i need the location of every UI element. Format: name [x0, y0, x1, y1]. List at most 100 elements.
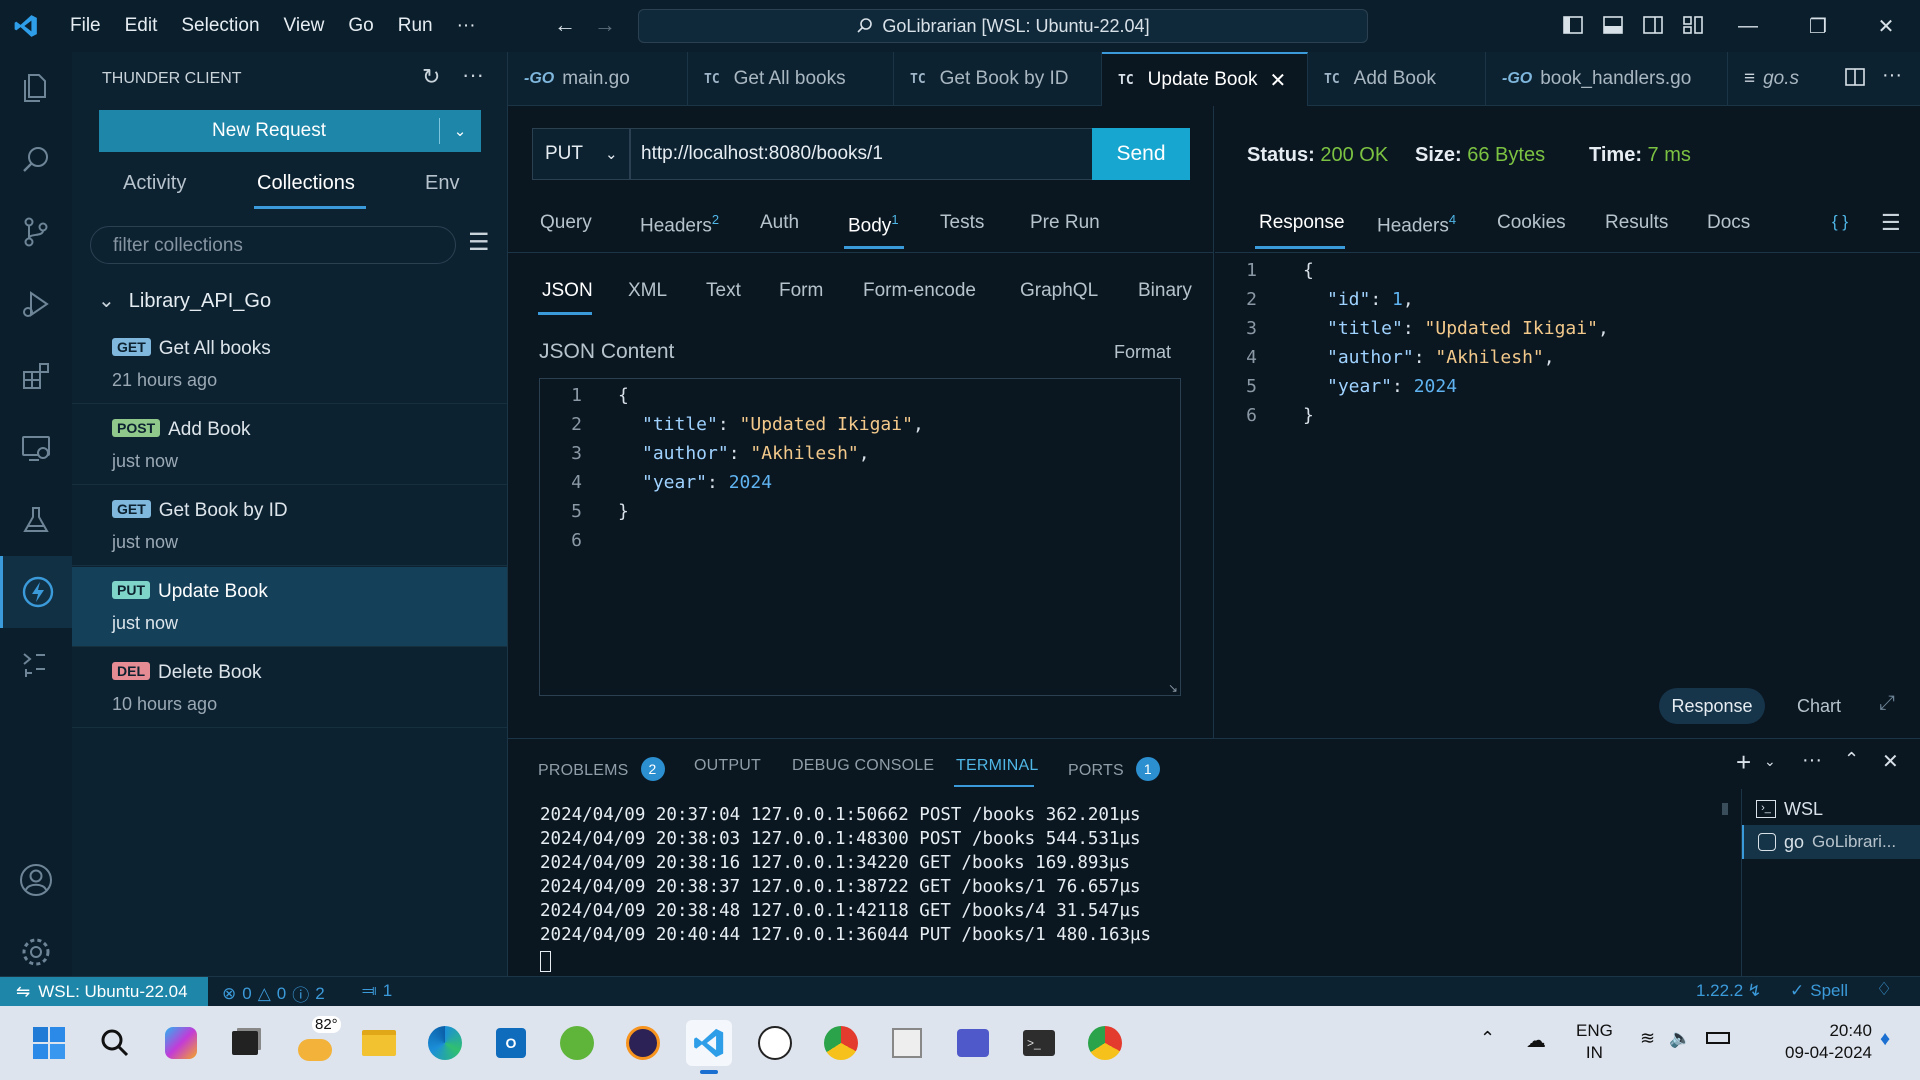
remote-explorer-icon[interactable]: [0, 412, 72, 484]
explorer-icon[interactable]: [0, 52, 72, 124]
resize-handle-icon[interactable]: ↘: [1168, 681, 1178, 695]
filter-menu-icon[interactable]: ☰: [468, 228, 490, 257]
tab-response-headers[interactable]: Headers4: [1377, 212, 1456, 237]
system-tray-icons[interactable]: ≋ 🔈: [1640, 1028, 1730, 1049]
body-type-text[interactable]: Text: [706, 280, 741, 302]
notifications-bell-icon[interactable]: ♢: [1876, 979, 1892, 1000]
problems-status[interactable]: ⊗ 0 △ 0 ⓘ 2: [222, 981, 325, 1006]
method-select[interactable]: PUT ⌄: [532, 128, 630, 180]
new-terminal-icon[interactable]: +: [1736, 747, 1751, 778]
tab-headers[interactable]: Headers2: [640, 212, 719, 237]
chevron-down-icon[interactable]: ⌄: [1764, 753, 1776, 770]
file-explorer-icon[interactable]: [356, 1020, 402, 1066]
toggle-secondary-sidebar-icon[interactable]: [1642, 14, 1664, 36]
tab-collections[interactable]: Collections: [257, 172, 355, 195]
task-view-icon[interactable]: [222, 1020, 268, 1066]
account-icon[interactable]: [0, 844, 72, 916]
onedrive-offline-icon[interactable]: ☁: [1526, 1028, 1546, 1053]
braces-icon[interactable]: { }: [1832, 212, 1848, 232]
tab-get-all-books[interactable]: TC Get All books: [688, 52, 894, 106]
menu-selection[interactable]: Selection: [169, 0, 271, 52]
command-center-search[interactable]: GoLibrarian [WSL: Ubuntu-22.04]: [638, 9, 1368, 43]
tab-query[interactable]: Query: [540, 212, 592, 234]
close-tab-icon[interactable]: ✕: [1270, 68, 1287, 93]
request-item-get-all-books[interactable]: GET Get All books 21 hours ago: [72, 324, 507, 404]
menu-file[interactable]: File: [58, 0, 113, 52]
vscode-taskbar-icon[interactable]: [686, 1020, 732, 1066]
view-chart-button[interactable]: Chart: [1797, 696, 1841, 717]
tab-response[interactable]: Response: [1259, 212, 1345, 234]
terminal-instance-wsl[interactable]: ›_ WSL: [1742, 793, 1920, 825]
weather-widget[interactable]: 82°: [292, 1016, 341, 1066]
notification-bell-icon[interactable]: ♦: [1880, 1028, 1890, 1051]
new-request-button[interactable]: New Request ⌄: [99, 110, 481, 152]
body-type-form[interactable]: Form: [779, 280, 823, 302]
url-input[interactable]: http://localhost:8080/books/1: [630, 128, 1100, 180]
menu-edit[interactable]: Edit: [113, 0, 170, 52]
menu-go[interactable]: Go: [336, 0, 385, 52]
search-view-icon[interactable]: [0, 124, 72, 196]
taskbar-search-icon[interactable]: [92, 1020, 138, 1066]
chrome-profile-icon[interactable]: [1082, 1020, 1128, 1066]
request-item-add-book[interactable]: POST Add Book just now: [72, 405, 507, 485]
menu-run[interactable]: Run: [386, 0, 445, 52]
panel-tab-debug-console[interactable]: DEBUG CONSOLE: [792, 757, 934, 775]
panel-tab-ports[interactable]: PORTS 1: [1068, 757, 1160, 781]
tab-get-book-by-id[interactable]: TC Get Book by ID: [894, 52, 1102, 106]
spell-status[interactable]: ✓ Spell: [1790, 981, 1848, 1001]
show-hidden-icons[interactable]: ⌃: [1480, 1028, 1495, 1049]
tab-results[interactable]: Results: [1605, 212, 1668, 234]
tab-env[interactable]: Env: [425, 172, 459, 195]
json-body-editor[interactable]: 1 2 3 4 5 6 { "title": "Updated Ikigai",…: [539, 378, 1181, 696]
tab-book-handlers-go[interactable]: -GO book_handlers.go: [1486, 52, 1728, 106]
tab-pre-run[interactable]: Pre Run: [1030, 212, 1100, 234]
tab-activity[interactable]: Activity: [123, 172, 186, 195]
wrap-lines-icon[interactable]: ☰: [1881, 210, 1901, 236]
body-type-binary[interactable]: Binary: [1138, 280, 1192, 302]
image-editor-icon[interactable]: [884, 1020, 930, 1066]
customize-layout-icon[interactable]: [1682, 14, 1704, 36]
toggle-panel-icon[interactable]: [1602, 14, 1624, 36]
body-type-graphql[interactable]: GraphQL: [1020, 280, 1098, 302]
panel-tab-output[interactable]: OUTPUT: [694, 757, 761, 775]
editor-more-actions-icon[interactable]: ···: [1882, 64, 1902, 87]
expand-icon[interactable]: ⤢: [1879, 692, 1895, 715]
terminal-taskbar-icon[interactable]: >_: [1016, 1020, 1062, 1066]
body-type-xml[interactable]: XML: [628, 280, 667, 302]
request-item-get-book-by-id[interactable]: GET Get Book by ID just now: [72, 486, 507, 566]
eclipse-icon[interactable]: [620, 1020, 666, 1066]
panel-tab-terminal[interactable]: TERMINAL: [956, 757, 1039, 775]
minimize-button[interactable]: —: [1720, 0, 1776, 52]
chrome-icon[interactable]: [818, 1020, 864, 1066]
menu-view[interactable]: View: [272, 0, 337, 52]
restore-button[interactable]: ❐: [1790, 0, 1846, 52]
menu-more[interactable]: ···: [445, 0, 488, 52]
tab-cookies[interactable]: Cookies: [1497, 212, 1566, 234]
body-type-form-encode[interactable]: Form-encode: [863, 280, 976, 302]
maximize-panel-icon[interactable]: ⌃: [1844, 749, 1859, 770]
collection-header[interactable]: ⌄ Library_API_Go: [98, 288, 271, 313]
refresh-icon[interactable]: ↻: [422, 64, 440, 90]
thunder-client-icon[interactable]: [0, 556, 72, 628]
run-debug-icon[interactable]: [0, 268, 72, 340]
source-control-icon[interactable]: [0, 196, 72, 268]
tab-docs[interactable]: Docs: [1707, 212, 1750, 234]
request-item-delete-book[interactable]: DEL Delete Book 10 hours ago: [72, 648, 507, 728]
tab-body[interactable]: Body1: [848, 212, 899, 237]
send-button[interactable]: Send: [1092, 128, 1190, 180]
copilot-icon[interactable]: [158, 1020, 204, 1066]
tab-add-book[interactable]: TC Add Book: [1308, 52, 1486, 106]
extensions-icon[interactable]: [0, 340, 72, 412]
back-arrow-icon[interactable]: ←: [554, 12, 576, 38]
filter-collections-input[interactable]: filter collections: [90, 226, 456, 264]
forward-arrow-icon[interactable]: →: [594, 12, 616, 38]
chevron-down-icon[interactable]: ⌄: [440, 122, 480, 140]
panel-tab-problems[interactable]: PROBLEMS 2: [538, 757, 665, 781]
outlook-icon[interactable]: O: [488, 1020, 534, 1066]
terminal-scrollbar[interactable]: [1722, 803, 1728, 815]
tab-update-book[interactable]: TC Update Book ✕: [1102, 52, 1308, 106]
spring-tools-icon[interactable]: [554, 1020, 600, 1066]
toggle-primary-sidebar-icon[interactable]: [1562, 14, 1584, 36]
close-window-button[interactable]: ✕: [1858, 0, 1914, 52]
testing-icon[interactable]: [0, 484, 72, 556]
